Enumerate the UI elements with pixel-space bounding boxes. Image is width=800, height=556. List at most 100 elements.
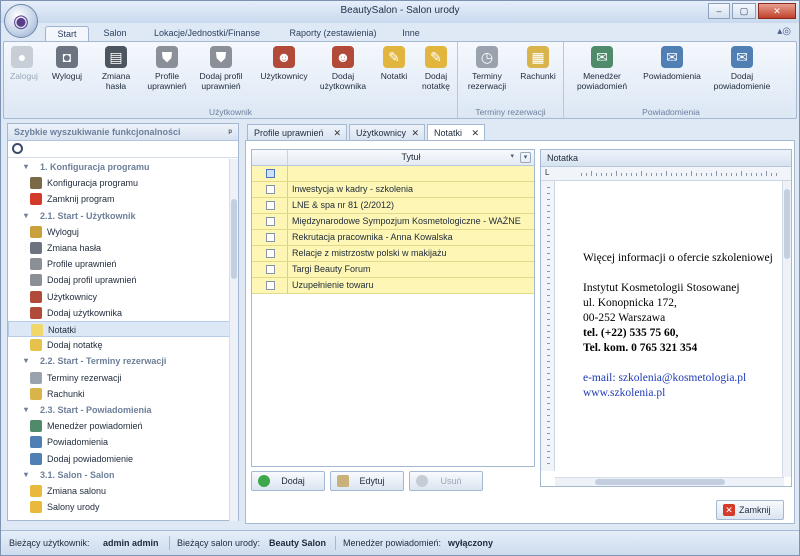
close-tab-icon[interactable]: ✕ <box>411 125 419 141</box>
note-add-icon: ✎ <box>425 46 447 68</box>
edit-button[interactable]: Edytuj <box>330 471 404 491</box>
collapse-icon[interactable]: ▾ <box>24 353 28 369</box>
tab-profile-uprawnien[interactable]: Profile uprawnień ✕ <box>247 124 347 141</box>
current-user-value: admin admin <box>103 538 159 548</box>
notifications-button[interactable]: ✉ Powiadomienia <box>640 46 704 102</box>
scroll-thumb[interactable] <box>784 189 790 259</box>
row-checkbox[interactable] <box>266 281 275 290</box>
tree-item[interactable]: Zamknij program <box>8 191 230 207</box>
new-row[interactable] <box>252 166 534 182</box>
tree-item[interactable]: Powiadomienia <box>8 434 230 450</box>
mail-add-icon <box>30 452 42 465</box>
close-tab-icon[interactable]: ✕ <box>471 125 479 141</box>
add-note-button[interactable]: ✎ Dodaj notatkę <box>418 46 454 102</box>
tree-group-label: 2.3. Start - Powiadomienia <box>40 405 152 415</box>
collapse-icon[interactable]: ▾ <box>24 159 28 175</box>
grid-row[interactable]: LNE & spa nr 81 (2/2012) <box>252 198 534 214</box>
tree-item[interactable]: Profile uprawnień <box>8 256 230 272</box>
add-user-button[interactable]: ☻ Dodaj użytkownika <box>316 46 370 102</box>
receipts-button[interactable]: ▦ Rachunki <box>518 46 558 102</box>
tree-item-label: Salony urody <box>47 502 100 513</box>
tree-group[interactable]: ▾ 1. Konfiguracja programu <box>8 159 230 175</box>
row-checkbox[interactable] <box>266 201 275 210</box>
password-icon: ▤ <box>105 46 127 68</box>
tree-item-label: Zamknij program <box>47 194 115 205</box>
row-checkbox[interactable] <box>266 233 275 242</box>
notification-manager-button[interactable]: ✉ Menedżer powiadomień <box>570 46 634 102</box>
tab-uzytkownicy[interactable]: Użytkownicy ✕ <box>349 124 425 141</box>
app-orb-button[interactable]: ◉ <box>4 4 38 38</box>
note-vertical-scrollbar[interactable] <box>782 181 791 477</box>
delete-button[interactable]: Usuń <box>409 471 483 491</box>
profiles-button[interactable]: ⛊ Profile uprawnień <box>142 46 192 102</box>
collapse-icon[interactable]: ▾ <box>24 467 28 483</box>
tree-item[interactable]: Menedżer powiadomień <box>8 418 230 434</box>
filter-icon[interactable]: ▾ <box>520 152 531 163</box>
tree-item[interactable]: Konfiguracja programu <box>8 175 230 191</box>
tree-item[interactable]: Terminy rezerwacji <box>8 370 230 386</box>
row-checkbox[interactable] <box>266 217 275 226</box>
add-profile-button[interactable]: ⛊ Dodaj profil uprawnień <box>194 46 248 102</box>
tree-item[interactable]: Rachunki <box>8 386 230 402</box>
tree-item[interactable]: Dodaj powiadomienie <box>8 451 230 467</box>
tree-item[interactable]: Dodaj notatkę <box>8 337 230 353</box>
tree-item[interactable]: Wyloguj <box>8 224 230 240</box>
tab-lokacje[interactable]: Lokacje/Jednostki/Finanse <box>149 26 265 41</box>
login-button[interactable]: ● Zaloguj <box>10 46 38 102</box>
logout-button[interactable]: ◘ Wyloguj <box>50 46 84 102</box>
tab-start[interactable]: Start <box>45 26 89 41</box>
note-editor[interactable]: Więcej informacji o ofercie szkoleniowej… <box>563 189 783 486</box>
tab-inne[interactable]: Inne <box>393 26 429 41</box>
scroll-thumb[interactable] <box>595 479 725 485</box>
reservations-button[interactable]: ◷ Terminy rezerwacji <box>464 46 510 102</box>
new-row-checkbox[interactable] <box>266 169 275 178</box>
collapse-icon[interactable]: ▾ <box>24 208 28 224</box>
grid-row[interactable]: Targi Beauty Forum <box>252 262 534 278</box>
note-horizontal-scrollbar[interactable] <box>555 477 784 486</box>
tree-group[interactable]: ▾ 3.1. Salon - Salon <box>8 467 230 483</box>
grid-row[interactable]: Inwestycja w kadry - szkolenia <box>252 182 534 198</box>
scroll-thumb[interactable] <box>231 199 237 279</box>
tree-item[interactable]: Dodaj użytkownika <box>8 305 230 321</box>
tree-item[interactable]: Notatki <box>8 321 230 337</box>
tree-group-label: 1. Konfiguracja programu <box>40 162 150 172</box>
padlock-icon <box>30 225 42 238</box>
maximize-button[interactable]: ▢ <box>732 3 756 19</box>
tree-item[interactable]: Zmiana salonu <box>8 483 230 499</box>
grid-row[interactable]: Rekrutacja pracownika - Anna Kowalska <box>252 230 534 246</box>
tab-raporty[interactable]: Raporty (zestawienia) <box>281 26 385 41</box>
grid-row[interactable]: Uzupełnienie towaru <box>252 278 534 294</box>
tree-item[interactable]: Użytkownicy <box>8 289 230 305</box>
minimize-button[interactable]: – <box>708 3 730 19</box>
grid-row[interactable]: Międzynarodowe Sympozjum Kosmetologiczne… <box>252 214 534 230</box>
help-icon[interactable]: ▴◎ <box>777 26 791 37</box>
add-notification-button[interactable]: ✉ Dodaj powiadomienie <box>710 46 774 102</box>
select-all-cell[interactable] <box>252 150 288 165</box>
collapse-icon[interactable]: ▾ <box>24 402 28 418</box>
tree-item[interactable]: Zmiana hasła <box>8 240 230 256</box>
ribbon-group-powiadomienia: ✉ Menedżer powiadomień ✉ Powiadomienia ✉ Do… <box>564 42 778 118</box>
horizontal-ruler[interactable]: L <box>541 167 791 181</box>
title-column-header[interactable]: Tytuł <box>288 150 534 165</box>
tree-group[interactable]: ▾ 2.1. Start - Użytkownik <box>8 208 230 224</box>
tree-item[interactable]: Dodaj profil uprawnień <box>8 272 230 288</box>
row-checkbox[interactable] <box>266 185 275 194</box>
add-button[interactable]: Dodaj <box>251 471 325 491</box>
tree-group[interactable]: ▾ 2.3. Start - Powiadomienia <box>8 402 230 418</box>
tab-salon[interactable]: Salon <box>97 26 133 41</box>
pin-icon[interactable]: ᵖ <box>228 124 232 140</box>
notes-button[interactable]: ✎ Notatki <box>378 46 410 102</box>
close-window-button[interactable]: ✕ <box>758 3 796 19</box>
row-checkbox[interactable] <box>266 265 275 274</box>
tree-scrollbar[interactable] <box>229 159 238 521</box>
grid-row[interactable]: Relacje z mistrzostw polski w makijażu <box>252 246 534 262</box>
tree-group[interactable]: ▾ 2.2. Start - Terminy rezerwacji <box>8 353 230 369</box>
users-button[interactable]: ☻ Użytkownicy <box>258 46 310 102</box>
quick-search-input[interactable] <box>8 141 238 158</box>
change-password-button[interactable]: ▤ Zmiana hasła <box>96 46 136 102</box>
tree-item-label: Wyloguj <box>47 226 79 237</box>
row-checkbox[interactable] <box>266 249 275 258</box>
close-tab-icon[interactable]: ✕ <box>333 125 341 141</box>
close-button[interactable]: ✕ Zamknij <box>716 500 784 520</box>
tree-item[interactable]: Salony urody <box>8 499 230 515</box>
